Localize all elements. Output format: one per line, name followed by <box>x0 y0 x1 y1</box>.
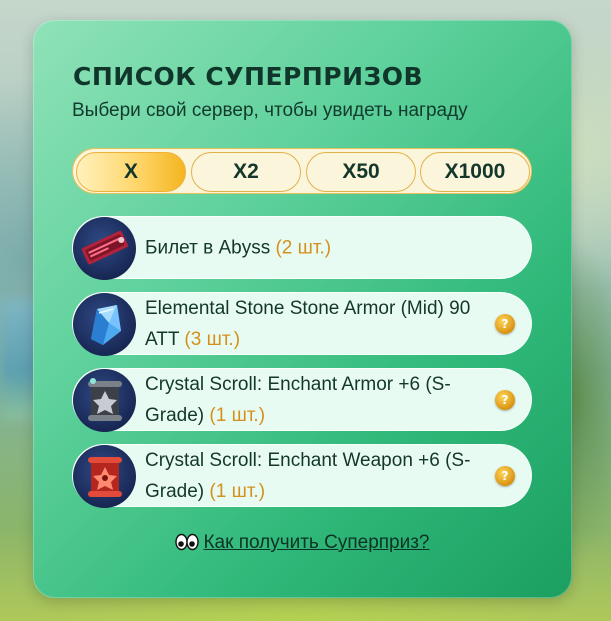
prize-name: Crystal Scroll: Enchant Armor +6 (S-Grad… <box>145 373 451 426</box>
how-to-get-link[interactable]: Как получить Суперприз? <box>203 532 429 553</box>
help-icon[interactable]: ? <box>495 389 515 410</box>
superprize-panel: СПИСОК СУПЕРПРИЗОВ Выбери свой сервер, ч… <box>33 20 572 598</box>
prize-item: Elemental Stone Stone Armor (Mid) 90 ATT… <box>72 292 532 356</box>
prize-quantity: (3 шт.) <box>184 328 241 350</box>
prize-quantity: (1 шт.) <box>209 404 266 426</box>
armor-scroll-icon <box>73 369 136 432</box>
prize-item: Билет в Abyss (2 шт.) <box>72 216 532 280</box>
tab-x50[interactable]: X50 <box>306 152 416 192</box>
prize-name: Билет в Abyss <box>145 237 271 258</box>
tab-x1000[interactable]: X1000 <box>420 152 530 192</box>
tab-x2[interactable]: X2 <box>191 152 301 192</box>
prize-name: Crystal Scroll: Enchant Weapon +6 (S-Gra… <box>145 449 471 502</box>
eyes-icon <box>175 533 200 557</box>
prize-text: Crystal Scroll: Enchant Weapon +6 (S-Gra… <box>145 445 479 507</box>
elemental-stone-icon <box>73 293 136 356</box>
prize-text: Crystal Scroll: Enchant Armor +6 (S-Grad… <box>145 369 479 431</box>
help-icon[interactable]: ? <box>495 313 515 334</box>
panel-subtitle: Выбери свой сервер, чтобы увидеть наград… <box>72 100 468 121</box>
prize-item: Crystal Scroll: Enchant Weapon +6 (S-Gra… <box>72 444 532 508</box>
server-tabs: X X2 X50 X1000 <box>72 148 532 194</box>
prize-item: Crystal Scroll: Enchant Armor +6 (S-Grad… <box>72 368 532 432</box>
tab-x[interactable]: X <box>76 152 186 192</box>
how-to-get-link-row: Как получить Суперприз? <box>33 532 572 557</box>
prize-text: Билет в Abyss (2 шт.) <box>145 232 479 263</box>
help-icon[interactable]: ? <box>495 465 515 486</box>
weapon-scroll-icon <box>73 445 136 508</box>
abyss-ticket-icon <box>73 217 136 280</box>
panel-title: СПИСОК СУПЕРПРИЗОВ <box>73 62 424 91</box>
prize-quantity: (1 шт.) <box>209 480 266 502</box>
prize-quantity: (2 шт.) <box>275 237 332 258</box>
prize-text: Elemental Stone Stone Armor (Mid) 90 ATT… <box>145 293 479 355</box>
